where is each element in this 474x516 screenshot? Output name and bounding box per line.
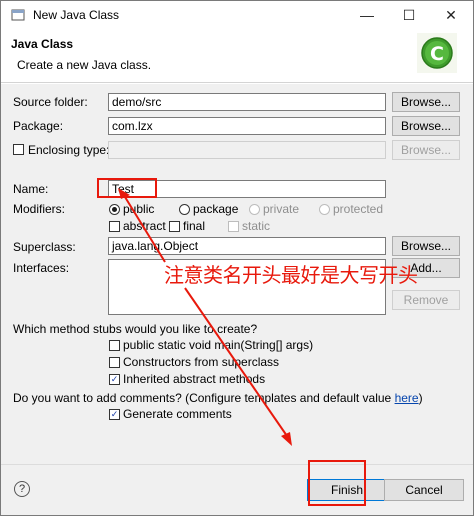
- title-bar: New Java Class — ☐ ✕: [1, 1, 473, 29]
- static-checkbox: [228, 221, 239, 232]
- interfaces-label: Interfaces:: [13, 261, 70, 275]
- source-folder-label: Source folder:: [13, 95, 88, 109]
- source-folder-field[interactable]: demo/src: [108, 93, 386, 111]
- constructors-checkbox[interactable]: [109, 357, 120, 368]
- minimize-button[interactable]: —: [353, 5, 381, 25]
- final-checkbox[interactable]: [169, 221, 180, 232]
- superclass-label: Superclass:: [13, 240, 76, 254]
- modifiers-label: Modifiers:: [13, 202, 66, 216]
- public-radio[interactable]: [109, 204, 120, 215]
- constructors-label: Constructors from superclass: [123, 355, 280, 369]
- inherited-methods-label: Inherited abstract methods: [123, 372, 266, 386]
- comments-question-end: ): [418, 391, 423, 405]
- cancel-button[interactable]: Cancel: [384, 479, 464, 501]
- package-radio-label: package: [193, 202, 239, 216]
- public-radio-label: public: [123, 202, 155, 216]
- superclass-browse-button[interactable]: Browse...: [392, 236, 460, 256]
- java-class-wizard-icon: C: [417, 33, 457, 73]
- package-radio[interactable]: [179, 204, 190, 215]
- finish-highlight-box: [308, 460, 366, 506]
- protected-radio-label: protected: [333, 202, 384, 216]
- new-java-class-dialog: New Java Class — ☐ ✕ Java Class Create a…: [0, 0, 474, 516]
- wizard-description: Create a new Java class.: [17, 58, 152, 72]
- inherited-methods-checkbox[interactable]: ✓: [109, 374, 120, 385]
- help-icon[interactable]: ?: [14, 481, 30, 497]
- eclipse-window-icon: [11, 9, 25, 21]
- configure-templates-link[interactable]: here: [395, 391, 419, 405]
- window-title: New Java Class: [33, 8, 120, 22]
- maximize-button[interactable]: ☐: [395, 5, 423, 25]
- enclosing-type-label: Enclosing type:: [28, 143, 110, 157]
- package-label: Package:: [13, 119, 64, 133]
- generate-comments-label: Generate comments: [123, 407, 232, 421]
- abstract-checkbox-label: abstract: [123, 219, 166, 233]
- superclass-field[interactable]: java.lang.Object: [108, 237, 386, 255]
- protected-radio: [319, 204, 330, 215]
- package-field[interactable]: com.lzx: [108, 117, 386, 135]
- annotation-note: 注意类名开头最好是大写开头: [164, 263, 418, 287]
- svg-text:C: C: [430, 43, 444, 65]
- enclosing-type-browse-button: Browse...: [392, 140, 460, 160]
- private-radio: [249, 204, 260, 215]
- wizard-header: Java Class Create a new Java class. C: [1, 29, 473, 83]
- close-button[interactable]: ✕: [437, 5, 465, 25]
- enclosing-type-field: [108, 141, 386, 159]
- main-method-checkbox[interactable]: [109, 340, 120, 351]
- comments-question: Do you want to add comments? (Configure …: [13, 391, 423, 405]
- package-browse-button[interactable]: Browse...: [392, 116, 460, 136]
- generate-comments-checkbox[interactable]: ✓: [109, 409, 120, 420]
- final-checkbox-label: final: [183, 219, 206, 233]
- interfaces-remove-button: Remove: [392, 290, 460, 310]
- comments-question-text: Do you want to add comments? (Configure …: [13, 391, 395, 405]
- static-checkbox-label: static: [242, 219, 271, 233]
- source-folder-browse-button[interactable]: Browse...: [392, 92, 460, 112]
- method-stubs-question: Which method stubs would you like to cre…: [13, 322, 258, 336]
- main-method-label: public static void main(String[] args): [123, 338, 314, 352]
- abstract-checkbox[interactable]: [109, 221, 120, 232]
- wizard-footer: ? Finish Cancel: [1, 464, 473, 515]
- name-label: Name:: [13, 182, 49, 196]
- wizard-title: Java Class: [11, 37, 74, 51]
- enclosing-type-checkbox[interactable]: [13, 144, 24, 155]
- name-highlight-box: [97, 178, 157, 198]
- private-radio-label: private: [263, 202, 300, 216]
